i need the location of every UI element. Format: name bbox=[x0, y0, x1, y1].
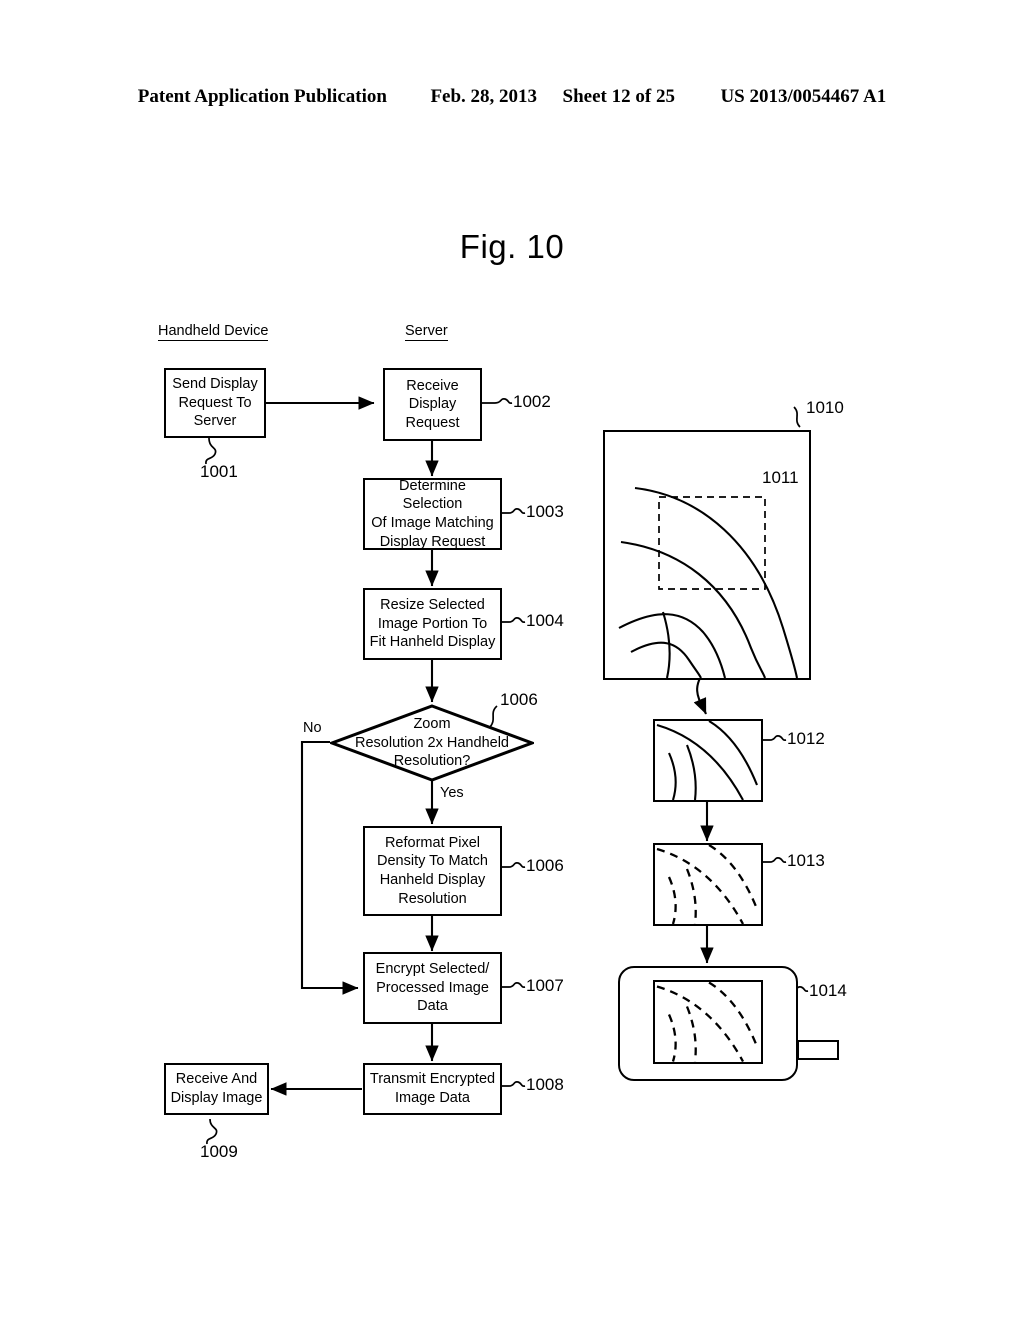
process-box-reformat-pixel-density[interactable]: Reformat Pixel Density To Match Hanheld Di… bbox=[363, 826, 502, 916]
image-panel-reformatted-density bbox=[653, 843, 763, 926]
process-box-label: Receive Display Request bbox=[405, 377, 460, 431]
process-box-transmit-encrypted-data[interactable]: Transmit Encrypted Image Data bbox=[363, 1063, 502, 1115]
handheld-device-screen bbox=[653, 980, 763, 1064]
process-box-resize-selected-image[interactable]: Resize Selected Image Portion To Fit Hanhe… bbox=[363, 588, 502, 660]
ref-numeral-1004: 1004 bbox=[526, 611, 564, 630]
ref-numeral-1008: 1008 bbox=[526, 1075, 564, 1094]
process-box-label: Determine Selection Of Image Matching Disp… bbox=[371, 477, 494, 550]
ref-numeral-1010: 1010 bbox=[806, 398, 844, 417]
ref-numeral-1001: 1001 bbox=[200, 462, 238, 481]
header-date: Feb. 28, 2013 bbox=[430, 86, 538, 107]
process-box-encrypt-image-data[interactable]: Encrypt Selected/Processed Image Data bbox=[363, 952, 502, 1024]
ref-numeral-1006-box: 1006 bbox=[526, 856, 564, 875]
ref-numeral-1006-decision: 1006 bbox=[500, 690, 538, 709]
lane-heading-handheld: Handheld Device bbox=[158, 323, 269, 341]
lane-heading-server: Server bbox=[405, 323, 448, 341]
decision-diamond-zoom-resolution[interactable]: Zoom Resolution 2x Handheld Resolution? bbox=[330, 704, 534, 782]
process-box-receive-display-request[interactable]: Receive Display Request bbox=[383, 368, 482, 441]
ref-numeral-1003: 1003 bbox=[526, 502, 564, 521]
ref-numeral-1014: 1014 bbox=[809, 981, 847, 1000]
process-box-receive-and-display-image[interactable]: Receive And Display Image bbox=[164, 1063, 269, 1115]
image-panel-resized-portion bbox=[653, 719, 763, 802]
process-box-label: Receive And Display Image bbox=[170, 1071, 263, 1106]
patent-figure-page: Patent Application Publication Feb. 28, … bbox=[0, 0, 1024, 1320]
ref-numeral-1007: 1007 bbox=[526, 976, 564, 995]
process-box-send-display-request[interactable]: Send Display Request To Server bbox=[164, 368, 266, 438]
header-docket-number: US 2013/0054467 A1 bbox=[720, 86, 887, 107]
ref-numeral-1009: 1009 bbox=[200, 1142, 238, 1161]
process-box-label: Encrypt Selected/Processed Image Data bbox=[375, 961, 490, 1015]
process-box-label: Transmit Encrypted Image Data bbox=[369, 1071, 496, 1106]
handheld-device-connector-stub bbox=[797, 1040, 839, 1060]
flow-connectors bbox=[205, 396, 809, 1145]
process-box-label: Resize Selected Image Portion To Fit Hanhe… bbox=[369, 597, 496, 651]
ref-numeral-1011: 1011 bbox=[762, 468, 799, 487]
branch-label-yes: Yes bbox=[440, 785, 464, 801]
page-header: Patent Application Publication Feb. 28, … bbox=[0, 86, 1024, 108]
ref-numeral-1012: 1012 bbox=[787, 729, 825, 748]
header-sheet: Sheet 12 of 25 bbox=[562, 86, 675, 107]
process-box-determine-selection[interactable]: Determine Selection Of Image Matching Disp… bbox=[363, 478, 502, 550]
ref-numeral-1002: 1002 bbox=[513, 392, 551, 411]
header-publication: Patent Application Publication bbox=[137, 86, 387, 107]
branch-label-no: No bbox=[303, 720, 322, 736]
figure-title: Fig. 10 bbox=[459, 228, 565, 265]
process-box-label: Send Display Request To Server bbox=[172, 376, 258, 430]
process-box-label: Reformat Pixel Density To Match Hanheld Di… bbox=[377, 834, 488, 907]
ref-numeral-1013: 1013 bbox=[787, 851, 825, 870]
